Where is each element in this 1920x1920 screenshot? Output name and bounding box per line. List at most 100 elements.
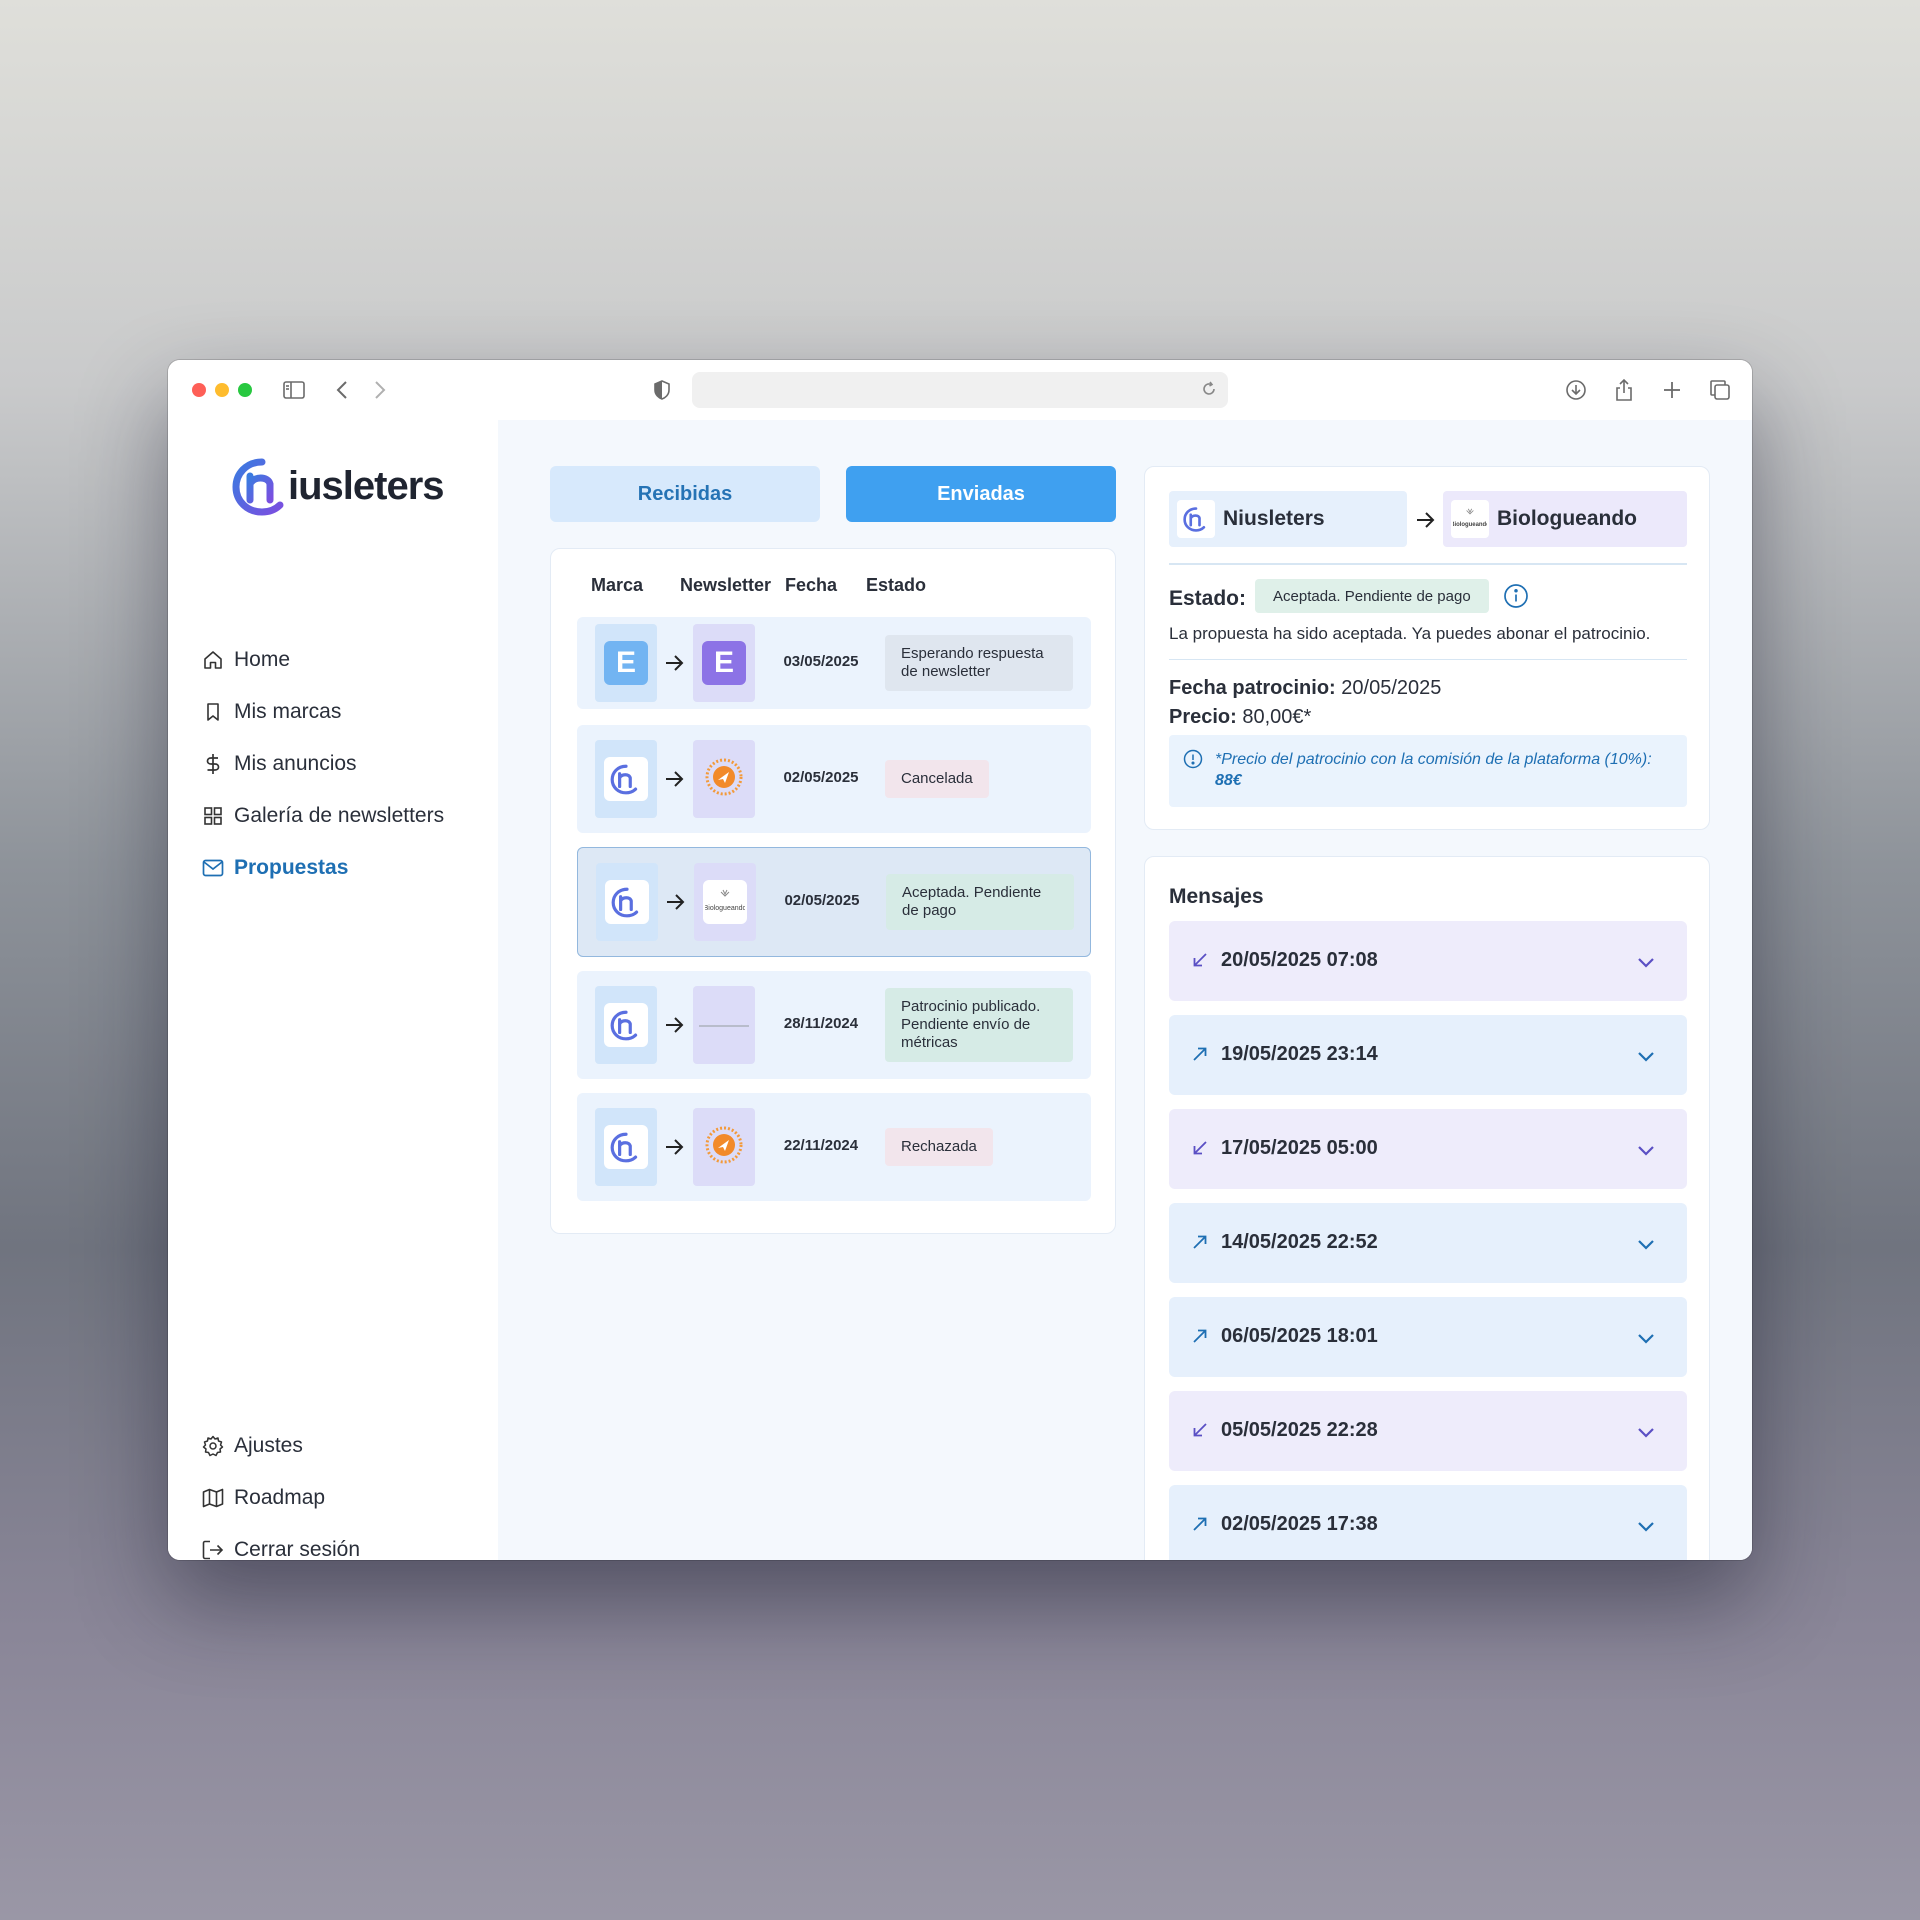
nav-item-propuestas[interactable]: Propuestas — [202, 842, 492, 894]
chevron-down-icon[interactable] — [1635, 1421, 1657, 1443]
message-date: 17/05/2025 05:00 — [1221, 1137, 1378, 1159]
message-date: 06/05/2025 18:01 — [1221, 1325, 1378, 1347]
arrow-right-icon — [663, 768, 685, 790]
status-badge: Rechazada — [885, 1128, 993, 1166]
forward-icon[interactable] — [366, 376, 394, 404]
gear-icon — [202, 1435, 224, 1457]
status-badge: Patrocinio publicado. Pendiente envío de… — [885, 988, 1073, 1062]
nav-item-cerrar-sesion[interactable]: Cerrar sesión — [202, 1524, 492, 1560]
nav-item-mis-anuncios[interactable]: Mis anuncios — [202, 738, 492, 790]
commission-text: *Precio del patrocinio con la comisión d… — [1215, 749, 1655, 791]
proposal-date: 03/05/2025 — [783, 653, 859, 670]
message-item[interactable]: 14/05/2025 22:52 — [1169, 1203, 1687, 1283]
brand-thumbnail — [595, 986, 657, 1064]
arrow-down-left-icon — [1191, 1421, 1211, 1441]
proposal-row[interactable]: 28/11/2024 Patrocinio publicado. Pendien… — [577, 971, 1091, 1079]
tab-overview-icon[interactable] — [1706, 376, 1734, 404]
message-item[interactable]: 02/05/2025 17:38 — [1169, 1485, 1687, 1560]
nav-item-roadmap[interactable]: Roadmap — [202, 1472, 492, 1524]
commission-description: *Precio del patrocinio con la comisión d… — [1215, 751, 1652, 768]
arrow-up-right-icon — [1191, 1045, 1211, 1065]
logo-text: iusleters — [288, 463, 445, 508]
proposal-date: 28/11/2024 — [783, 1015, 859, 1032]
commission-amount: 88€ — [1215, 772, 1242, 789]
proposal-date: 22/11/2024 — [783, 1137, 859, 1154]
messages-panel: Mensajes 20/05/2025 07:08 19/05/2025 23:… — [1144, 856, 1710, 1560]
logout-icon — [202, 1539, 224, 1560]
status-badge: Aceptada. Pendiente de pago — [886, 874, 1074, 930]
nav-item-home[interactable]: Home — [202, 634, 492, 686]
close-window-button[interactable] — [192, 383, 206, 397]
proposal-row[interactable]: 22/11/2024 Rechazada — [577, 1093, 1091, 1201]
newsletter-thumbnail — [693, 1108, 755, 1186]
fecha-patrocinio: Fecha patrocinio: 20/05/2025 — [1169, 677, 1441, 700]
message-item[interactable]: 17/05/2025 05:00 — [1169, 1109, 1687, 1189]
divider — [1169, 659, 1687, 660]
chevron-down-icon[interactable] — [1635, 1515, 1657, 1537]
nav-label: Mis marcas — [234, 700, 342, 723]
tab-enviadas[interactable]: Enviadas — [846, 466, 1116, 522]
privacy-shield-icon[interactable] — [648, 376, 676, 404]
chevron-down-icon[interactable] — [1635, 1233, 1657, 1255]
niusleters-logo-icon — [604, 1125, 648, 1169]
message-item[interactable]: 20/05/2025 07:08 — [1169, 921, 1687, 1001]
reload-icon[interactable] — [1200, 380, 1220, 400]
download-icon[interactable] — [1562, 376, 1590, 404]
browser-toolbar — [168, 360, 1752, 420]
newsletter-thumbnail: Biologueando — [694, 863, 756, 941]
grid-icon — [202, 805, 224, 827]
orange-seal-logo-icon — [705, 758, 743, 801]
column-header-estado: Estado — [866, 575, 927, 595]
info-icon[interactable] — [1503, 583, 1529, 609]
precio-value: 80,00€* — [1242, 706, 1312, 728]
chevron-down-icon[interactable] — [1635, 1139, 1657, 1161]
nav-label: Roadmap — [234, 1486, 326, 1509]
share-icon[interactable] — [1610, 376, 1638, 404]
list-header: Marca Newsletter Fecha Estado — [551, 571, 1115, 601]
back-icon[interactable] — [328, 376, 356, 404]
arrow-up-right-icon — [1191, 1233, 1211, 1253]
brand-thumbnail — [595, 1108, 657, 1186]
browser-window: iusleters Home Mis marcas Mis anuncios G… — [168, 360, 1752, 1560]
niusleters-logo-icon — [604, 757, 648, 801]
nav-label: Cerrar sesión — [234, 1538, 361, 1560]
message-date: 19/05/2025 23:14 — [1221, 1043, 1378, 1065]
message-item[interactable]: 19/05/2025 23:14 — [1169, 1015, 1687, 1095]
proposal-row[interactable]: 02/05/2025 Cancelada — [577, 725, 1091, 833]
new-tab-icon[interactable] — [1658, 376, 1686, 404]
sidebar-toggle-icon[interactable] — [280, 376, 308, 404]
proposal-row-selected[interactable]: Biologueando 02/05/2025 Aceptada. Pendie… — [577, 847, 1091, 957]
maximize-window-button[interactable] — [238, 383, 252, 397]
divider — [1169, 563, 1687, 565]
nav-label: Galería de newsletters — [234, 804, 445, 827]
newsletter-thumbnail — [693, 986, 755, 1064]
proposal-detail: Niusleters Biologueando Biologueando Est… — [1144, 466, 1710, 830]
niusleters-logo[interactable]: iusleters — [230, 454, 445, 518]
nav-item-mis-marcas[interactable]: Mis marcas — [202, 686, 492, 738]
chevron-down-icon[interactable] — [1635, 1045, 1657, 1067]
proposal-row[interactable]: E E 03/05/2025 Esperando respuesta de ne… — [577, 617, 1091, 709]
home-icon — [202, 649, 224, 671]
arrow-right-icon — [663, 1136, 685, 1158]
main-content: Recibidas Enviadas Marca Newsletter Fech… — [498, 420, 1752, 1560]
arrow-right-icon — [663, 1014, 685, 1036]
sender-pill: Niusleters — [1169, 491, 1407, 547]
address-bar[interactable] — [692, 372, 1228, 408]
biologueando-logo-icon: Biologueando — [1451, 500, 1489, 538]
sender-name: Niusleters — [1223, 507, 1325, 530]
arrow-up-right-icon — [1191, 1515, 1211, 1535]
nav-item-ajustes[interactable]: Ajustes — [202, 1420, 492, 1472]
message-item[interactable]: 05/05/2025 22:28 — [1169, 1391, 1687, 1471]
tab-recibidas[interactable]: Recibidas — [550, 466, 820, 522]
nav-item-galeria[interactable]: Galería de newsletters — [202, 790, 492, 842]
niusleters-logo-icon — [605, 880, 649, 924]
message-item[interactable]: 06/05/2025 18:01 — [1169, 1297, 1687, 1377]
status-badge: Esperando respuesta de newsletter — [885, 635, 1073, 691]
brand-thumbnail: E — [595, 624, 657, 702]
chevron-down-icon[interactable] — [1635, 951, 1657, 973]
minimize-window-button[interactable] — [215, 383, 229, 397]
newsletter-thumbnail: E — [693, 624, 755, 702]
recipient-name: Biologueando — [1497, 507, 1637, 530]
chevron-down-icon[interactable] — [1635, 1327, 1657, 1349]
niusleters-logo-mark — [232, 458, 284, 516]
